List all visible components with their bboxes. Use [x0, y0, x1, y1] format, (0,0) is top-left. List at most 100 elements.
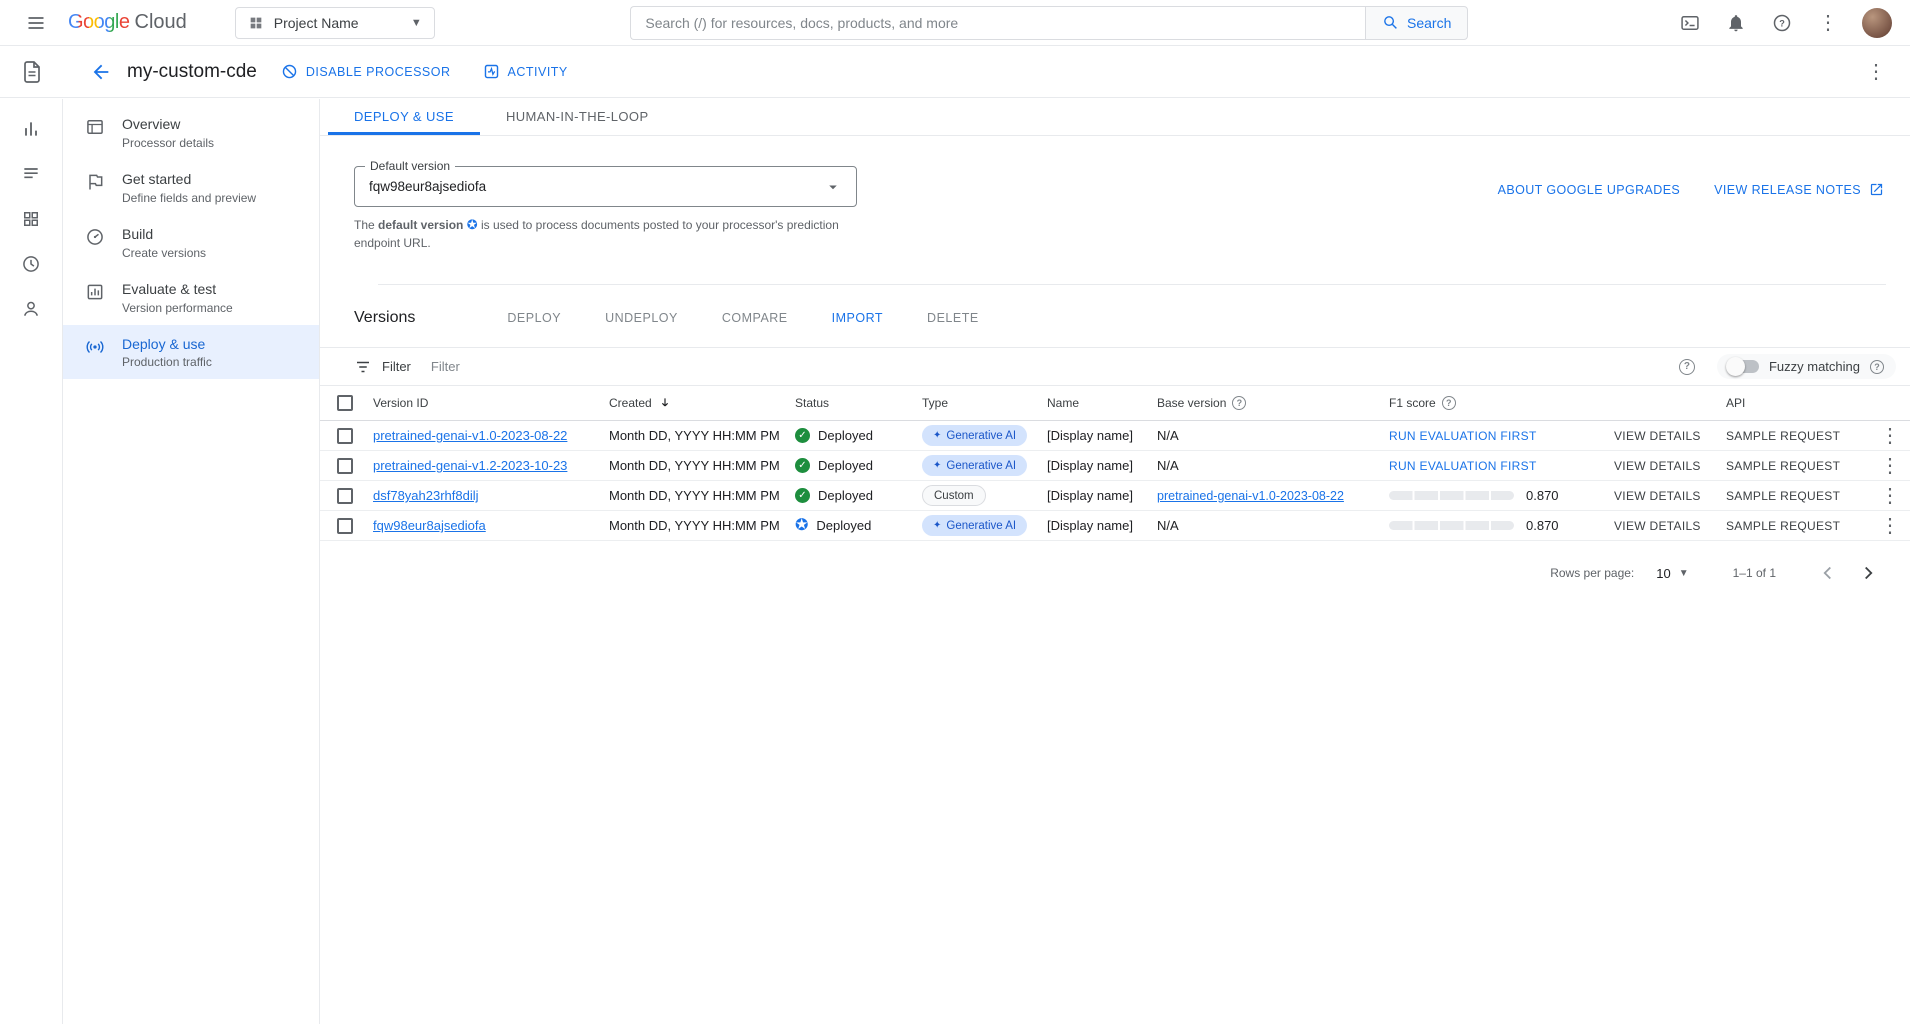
logo-cloud-text: Cloud — [135, 11, 187, 34]
filter-input[interactable] — [431, 359, 1679, 374]
search-button[interactable]: Search — [1365, 6, 1468, 40]
sidebar-item-sublabel: Production traffic — [122, 355, 212, 369]
select-all-checkbox[interactable] — [337, 395, 353, 411]
fuzzy-matching-label: Fuzzy matching — [1769, 359, 1860, 374]
undeploy-button[interactable]: UNDEPLOY — [605, 311, 678, 325]
project-selector[interactable]: Project Name ▼ — [235, 7, 435, 39]
pagination: Rows per page: 10 ▼ 1–1 of 1 — [320, 541, 1910, 605]
rail-clock-icon[interactable] — [11, 250, 51, 278]
top-app-bar: Google Cloud Project Name ▼ Search ? ⋮ — [0, 0, 1910, 46]
deployed-check-icon: ✓ — [795, 428, 810, 443]
row-checkbox[interactable] — [337, 488, 353, 504]
version-id-link[interactable]: dsf78yah23rhf8dilj — [373, 488, 609, 503]
delete-button[interactable]: DELETE — [927, 311, 979, 325]
import-button[interactable]: IMPORT — [832, 311, 883, 325]
view-details-button[interactable]: VIEW DETAILS — [1614, 429, 1726, 443]
sidebar-item-get-started[interactable]: Get started Define fields and preview — [63, 160, 319, 215]
activity-label: ACTIVITY — [508, 65, 568, 79]
created-cell: Month DD, YYYY HH:MM PM — [609, 488, 795, 503]
sample-request-button[interactable]: SAMPLE REQUEST — [1726, 519, 1870, 533]
default-version-select[interactable]: Default version fqw98eur8ajsediofa — [354, 166, 857, 207]
type-badge: ✦Generative AI — [922, 515, 1027, 536]
rail-grid-icon[interactable] — [11, 205, 51, 233]
fuzzy-matching-toggle[interactable] — [1729, 360, 1759, 373]
sidebar-item-sublabel: Create versions — [122, 246, 206, 260]
base-version-help-icon[interactable]: ? — [1232, 396, 1246, 410]
sample-request-button[interactable]: SAMPLE REQUEST — [1726, 489, 1870, 503]
row-menu-icon[interactable]: ⋮ — [1880, 516, 1900, 536]
rail-list-icon[interactable] — [11, 160, 51, 188]
row-checkbox[interactable] — [337, 518, 353, 534]
left-icon-rail — [0, 99, 63, 1024]
sidebar-item-sublabel: Processor details — [122, 136, 214, 150]
compare-button[interactable]: COMPARE — [722, 311, 788, 325]
base-version-link[interactable]: pretrained-genai-v1.0-2023-08-22 — [1157, 489, 1389, 503]
filter-help-icon[interactable]: ? — [1679, 359, 1695, 375]
deployed-check-icon: ✓ — [795, 458, 810, 473]
user-avatar[interactable] — [1862, 8, 1892, 38]
row-checkbox[interactable] — [337, 458, 353, 474]
table-row: fqw98eur8ajsediofa Month DD, YYYY HH:MM … — [320, 511, 1910, 541]
versions-heading: Versions — [354, 309, 415, 327]
main-content: DEPLOY & USE HUMAN-IN-THE-LOOP Default v… — [320, 99, 1910, 1024]
about-google-upgrades-link[interactable]: ABOUT GOOGLE UPGRADES — [1498, 183, 1681, 197]
base-version-cell: N/A — [1157, 428, 1389, 443]
activity-button[interactable]: ACTIVITY — [469, 55, 582, 88]
sidebar-item-evaluate-test[interactable]: Evaluate & test Version performance — [63, 270, 319, 325]
sidebar-item-build[interactable]: Build Create versions — [63, 215, 319, 270]
google-cloud-logo: Google Cloud — [68, 11, 187, 34]
header-links: ABOUT GOOGLE UPGRADES VIEW RELEASE NOTES — [1498, 182, 1884, 197]
tab-human-in-the-loop[interactable]: HUMAN-IN-THE-LOOP — [480, 99, 675, 135]
help-icon[interactable]: ? — [1764, 5, 1800, 41]
search-input[interactable] — [630, 6, 1365, 40]
sidebar-item-deploy-use[interactable]: Deploy & use Production traffic — [63, 325, 319, 380]
created-cell: Month DD, YYYY HH:MM PM — [609, 428, 795, 443]
rail-chart-icon[interactable] — [11, 115, 51, 143]
view-details-button[interactable]: VIEW DETAILS — [1614, 459, 1726, 473]
project-icon — [248, 15, 264, 31]
f1-score-bar — [1389, 521, 1514, 530]
more-vertical-icon[interactable]: ⋮ — [1810, 5, 1846, 41]
deploy-button[interactable]: DEPLOY — [507, 311, 561, 325]
sample-request-button[interactable]: SAMPLE REQUEST — [1726, 459, 1870, 473]
row-menu-icon[interactable]: ⋮ — [1880, 486, 1900, 506]
previous-page-icon[interactable] — [1812, 557, 1844, 589]
view-details-button[interactable]: VIEW DETAILS — [1614, 489, 1726, 503]
rows-per-page-select[interactable]: 10 ▼ — [1656, 566, 1688, 581]
view-details-button[interactable]: VIEW DETAILS — [1614, 519, 1726, 533]
sidebar-item-overview[interactable]: Overview Processor details — [63, 105, 319, 160]
back-arrow-icon[interactable] — [83, 54, 119, 90]
view-release-notes-link[interactable]: VIEW RELEASE NOTES — [1714, 182, 1884, 197]
search-icon — [1382, 14, 1399, 31]
sample-request-button[interactable]: SAMPLE REQUEST — [1726, 429, 1870, 443]
sidebar-item-label: Get started — [122, 170, 256, 189]
tab-deploy-and-use[interactable]: DEPLOY & USE — [328, 99, 480, 135]
disable-processor-button[interactable]: DISABLE PROCESSOR — [267, 55, 465, 88]
page-more-options-icon[interactable]: ⋮ — [1858, 54, 1894, 90]
version-id-link[interactable]: fqw98eur8ajsediofa — [373, 518, 609, 533]
section-divider — [378, 284, 1886, 285]
next-page-icon[interactable] — [1852, 557, 1884, 589]
type-badge: ✦Generative AI — [922, 455, 1027, 476]
f1-score-bar — [1389, 491, 1514, 500]
broadcast-icon — [85, 337, 105, 357]
hamburger-menu-icon[interactable] — [18, 5, 54, 41]
default-version-helper-text: The default version ✪ is used to process… — [354, 216, 859, 252]
name-cell: [Display name] — [1047, 518, 1157, 533]
rail-user-icon[interactable] — [11, 295, 51, 323]
notifications-bell-icon[interactable] — [1718, 5, 1754, 41]
status-cell: ✪ Deployed — [795, 518, 922, 534]
row-menu-icon[interactable]: ⋮ — [1880, 456, 1900, 476]
cloud-shell-icon[interactable] — [1672, 5, 1708, 41]
sparkle-icon: ✦ — [933, 520, 941, 531]
version-id-link[interactable]: pretrained-genai-v1.0-2023-08-22 — [373, 428, 609, 443]
version-id-link[interactable]: pretrained-genai-v1.2-2023-10-23 — [373, 458, 609, 473]
row-checkbox[interactable] — [337, 428, 353, 444]
run-evaluation-first-link[interactable]: RUN EVALUATION FIRST — [1389, 429, 1614, 443]
f1-score-help-icon[interactable]: ? — [1442, 396, 1456, 410]
run-evaluation-first-link[interactable]: RUN EVALUATION FIRST — [1389, 459, 1614, 473]
fuzzy-matching-help-icon[interactable]: ? — [1870, 360, 1884, 374]
build-icon — [85, 227, 105, 247]
col-created[interactable]: Created — [609, 396, 795, 410]
row-menu-icon[interactable]: ⋮ — [1880, 426, 1900, 446]
